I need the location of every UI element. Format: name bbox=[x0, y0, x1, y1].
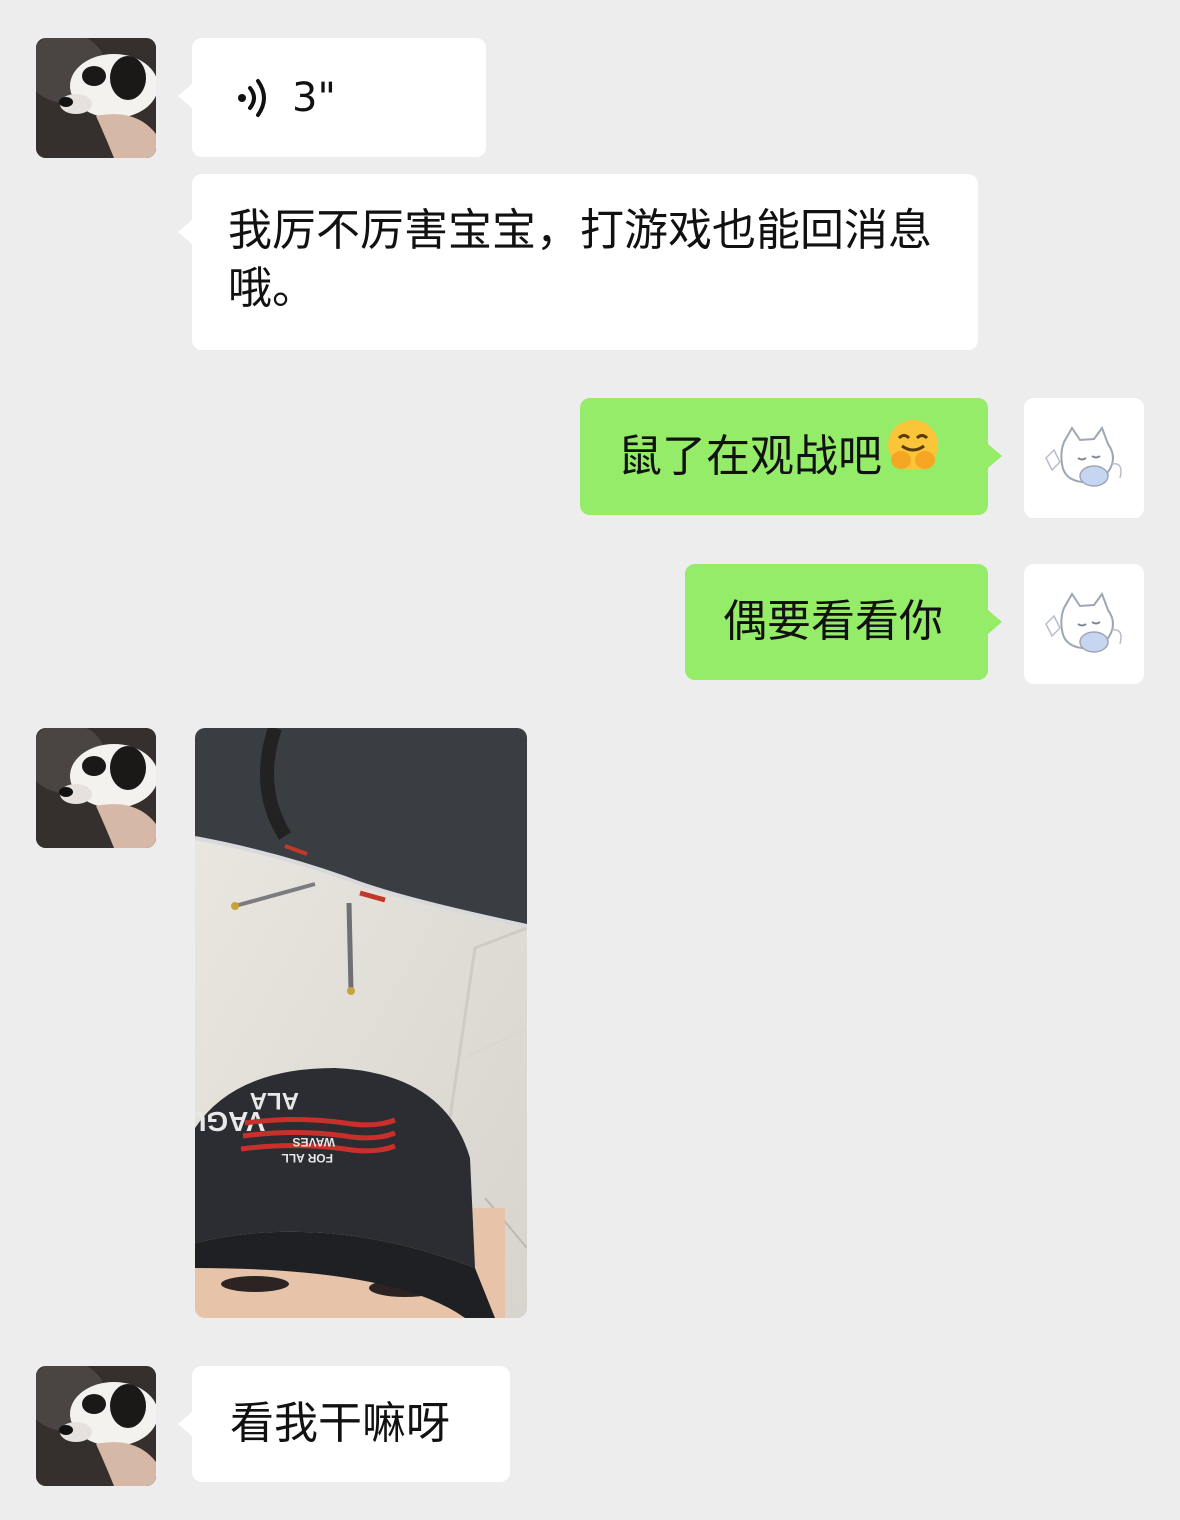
message-text: 看我干嘛呀 bbox=[230, 1398, 450, 1449]
dog-avatar-icon bbox=[36, 1366, 156, 1486]
self-avatar[interactable] bbox=[1024, 398, 1144, 518]
cap-logo-text: FOR ALL bbox=[281, 1151, 333, 1165]
message-bubble[interactable]: 我厉不厉害宝宝，打游戏也能回消息哦。 bbox=[178, 174, 978, 350]
voice-message-bubble[interactable]: 3" bbox=[178, 38, 486, 157]
selfie-photo: ALA VAGUE WAVES FOR ALL bbox=[195, 728, 527, 1318]
cap-logo-text: WAVES bbox=[293, 1135, 335, 1149]
photo-message[interactable]: ALA VAGUE WAVES FOR ALL bbox=[195, 728, 527, 1318]
dog-avatar-icon bbox=[36, 728, 156, 848]
cat-sticker-avatar-icon bbox=[1024, 564, 1144, 684]
message-text: 偶要看看你 bbox=[723, 596, 943, 647]
contact-avatar[interactable] bbox=[36, 38, 156, 158]
voice-duration: 3" bbox=[292, 74, 336, 121]
voice-wave-icon bbox=[238, 78, 266, 117]
cat-sticker-avatar-icon bbox=[1024, 398, 1144, 518]
message-bubble[interactable]: 看我干嘛呀 bbox=[178, 1366, 510, 1482]
message-bubble-self[interactable]: 偶要看看你 bbox=[685, 564, 1002, 680]
contact-avatar[interactable] bbox=[36, 1366, 156, 1486]
contact-avatar[interactable] bbox=[36, 728, 156, 848]
dog-avatar-icon bbox=[36, 38, 156, 158]
grinning-hands-emoji-icon bbox=[886, 418, 940, 487]
self-avatar[interactable] bbox=[1024, 564, 1144, 684]
message-text: 鼠了在观战吧 bbox=[618, 430, 882, 482]
message-text: 我厉不厉害宝宝，打游戏也能回消息哦。 bbox=[228, 205, 932, 314]
message-bubble-self[interactable]: 鼠了在观战吧 bbox=[580, 398, 1002, 515]
